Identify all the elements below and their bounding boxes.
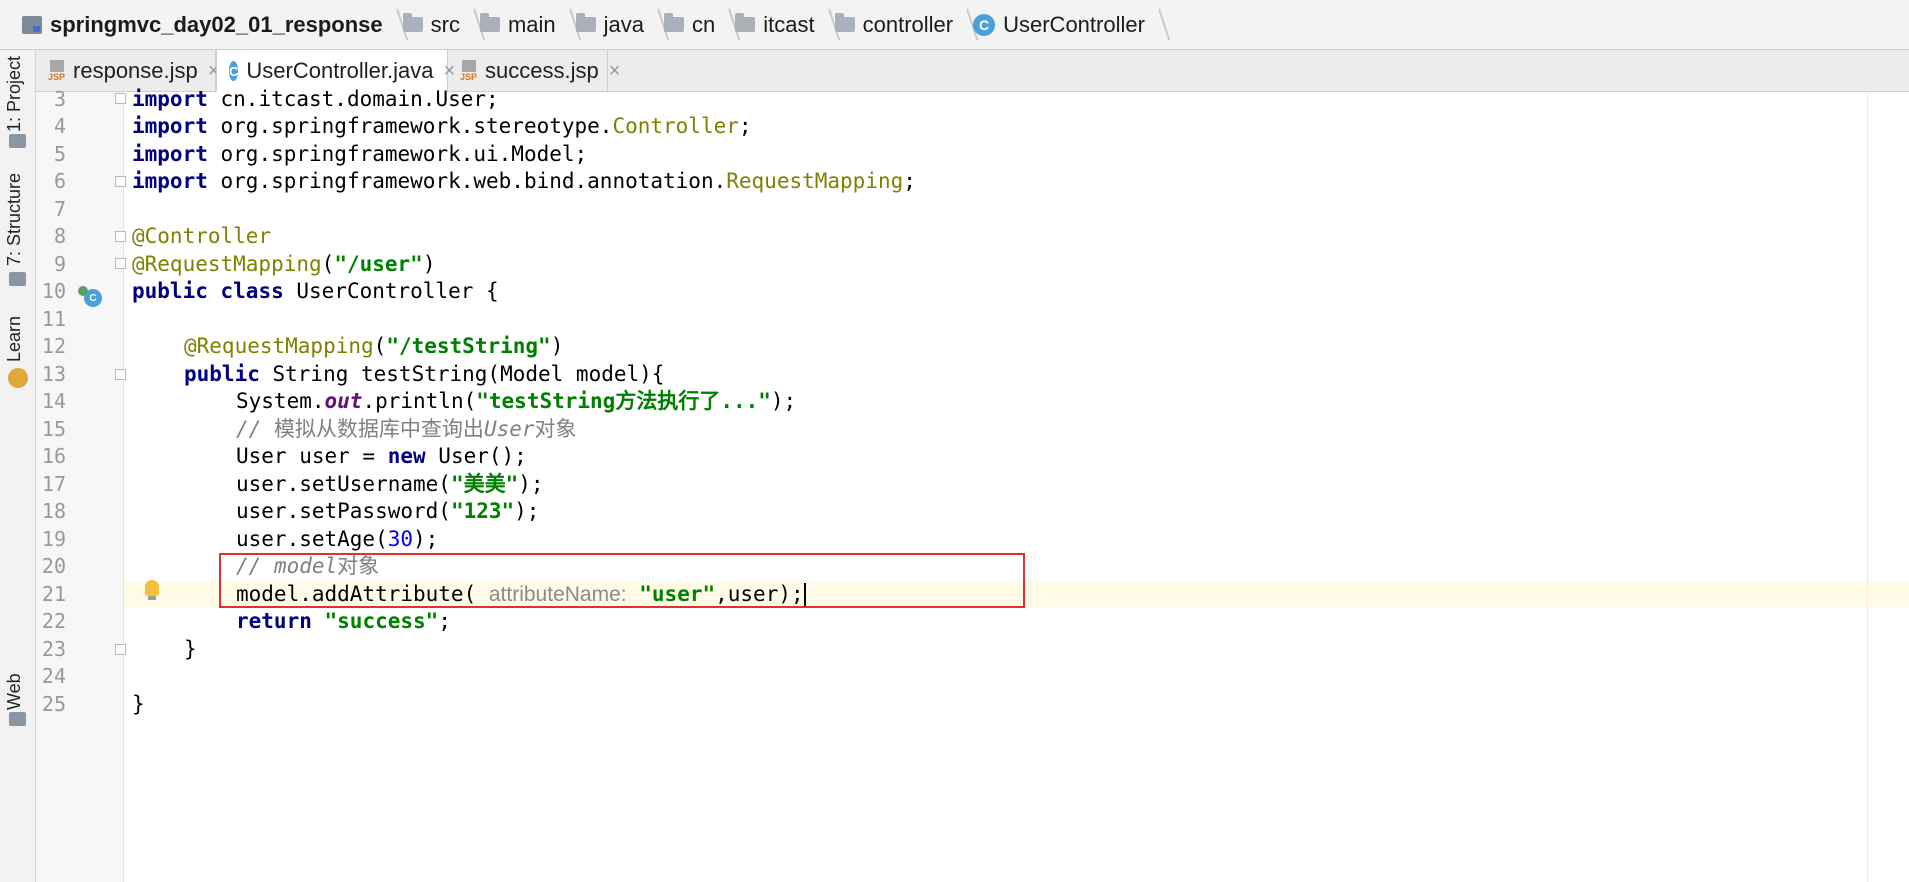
class-icon: C — [229, 61, 239, 81]
breadcrumb-item-cn[interactable]: cn — [664, 0, 729, 49]
code-line: 4 import org.springframework.stereotype.… — [0, 113, 1909, 140]
code-text: } — [184, 637, 197, 661]
breadcrumb-label: controller — [862, 11, 954, 37]
line-number: 11 — [41, 307, 66, 331]
jsp-file-icon: JSP — [460, 60, 477, 82]
code-text: @RequestMapping("/testString") — [184, 334, 564, 358]
code-line: 24 — [0, 663, 1909, 690]
breadcrumb-label: src — [430, 11, 460, 37]
code-line: 9 @RequestMapping("/user") — [0, 251, 1909, 278]
code-text: @RequestMapping("/user") — [132, 252, 436, 276]
breadcrumb-item-usercontroller[interactable]: C UserController — [973, 0, 1159, 49]
line-number: 10 — [41, 279, 66, 303]
code-text: import org.springframework.stereotype.Co… — [132, 114, 752, 138]
code-line: 23 } — [0, 636, 1909, 663]
folder-icon — [735, 13, 756, 32]
module-icon — [22, 15, 42, 34]
code-line: 25 } — [0, 691, 1909, 718]
code-line: 5 import org.springframework.ui.Model; — [0, 141, 1909, 168]
folder-icon — [834, 13, 855, 32]
breadcrumb-label: UserController — [1003, 11, 1145, 37]
code-line: 16 User user = new User(); — [0, 443, 1909, 470]
line-number: 7 — [53, 197, 66, 221]
folder-icon — [664, 13, 685, 32]
line-number: 12 — [41, 334, 66, 358]
code-text: import org.springframework.web.bind.anno… — [132, 169, 916, 193]
code-text: System.out.println("testString方法执行了...")… — [236, 389, 797, 413]
code-line: 13 public String testString(Model model)… — [0, 361, 1909, 388]
class-icon: C — [973, 13, 996, 36]
tab-label: UserController.java — [246, 58, 434, 83]
line-number: 9 — [53, 252, 66, 276]
line-number: 16 — [41, 444, 66, 468]
line-number: 25 — [41, 692, 66, 716]
breadcrumb-item-module[interactable]: springmvc_day02_01_response — [22, 0, 397, 49]
code-line: 11 — [0, 306, 1909, 333]
code-text: public String testString(Model model){ — [184, 362, 665, 386]
close-icon[interactable]: × — [609, 60, 621, 83]
code-line: 8 @Controller — [0, 223, 1909, 250]
line-number: 6 — [53, 169, 66, 193]
breadcrumb-label: itcast — [763, 11, 815, 37]
breadcrumb-item-itcast[interactable]: itcast — [735, 0, 828, 49]
line-number: 13 — [41, 362, 66, 386]
code-line: 6 import org.springframework.web.bind.an… — [0, 168, 1909, 195]
breadcrumb-label: springmvc_day02_01_response — [50, 11, 383, 37]
tab-label: success.jsp — [485, 58, 599, 83]
line-number: 17 — [41, 472, 66, 496]
code-text: user.setAge(30); — [236, 527, 439, 551]
breadcrumb-item-controller[interactable]: controller — [834, 0, 967, 49]
code-line: 19 user.setAge(30); — [0, 526, 1909, 553]
tab-label: response.jsp — [73, 58, 198, 83]
code-line: 3 import cn.itcast.domain.User; — [0, 86, 1909, 113]
line-number: 19 — [41, 527, 66, 551]
line-number: 5 — [53, 142, 66, 166]
code-text: import org.springframework.ui.Model; — [132, 142, 588, 166]
line-number: 8 — [53, 224, 66, 248]
code-text: import cn.itcast.domain.User; — [132, 87, 499, 111]
line-number: 20 — [41, 554, 66, 578]
breadcrumb-item-java[interactable]: java — [575, 0, 658, 49]
code-text: return "success"; — [236, 609, 451, 633]
code-line: 15 // 模拟从数据库中查询出User对象 — [0, 416, 1909, 443]
code-line: 14 System.out.println("testString方法执行了..… — [0, 388, 1909, 415]
folder-icon — [479, 13, 500, 32]
line-number: 3 — [53, 87, 66, 111]
code-line: 10 public class UserController { — [0, 278, 1909, 305]
code-text: user.setPassword("123"); — [236, 499, 540, 523]
code-text: @Controller — [132, 224, 272, 248]
folder-icon — [402, 13, 423, 32]
code-text: user.setUsername("美美"); — [236, 472, 544, 496]
jsp-file-icon: JSP — [48, 60, 65, 82]
code-line: 17 user.setUsername("美美"); — [0, 471, 1909, 498]
code-text: public class UserController { — [132, 279, 499, 303]
code-line: 18 user.setPassword("123"); — [0, 498, 1909, 525]
folder-icon — [575, 13, 596, 32]
breadcrumb-label: main — [507, 11, 556, 37]
line-number: 14 — [41, 389, 66, 413]
code-text: } — [132, 692, 145, 716]
code-line: 22 return "success"; — [0, 608, 1909, 635]
breadcrumb-item-main[interactable]: main — [479, 0, 570, 49]
line-number: 18 — [41, 499, 66, 523]
code-line: 12 @RequestMapping("/testString") — [0, 333, 1909, 360]
breadcrumb: springmvc_day02_01_response src main jav… — [0, 0, 1909, 50]
code-line: 7 — [0, 196, 1909, 223]
line-number: 24 — [41, 664, 66, 688]
breadcrumb-item-src[interactable]: src — [402, 0, 474, 49]
breadcrumb-label: java — [603, 11, 645, 37]
breadcrumb-label: cn — [692, 11, 716, 37]
highlight-annotation-box — [219, 553, 1025, 608]
line-number: 22 — [41, 609, 66, 633]
line-number: 15 — [41, 417, 66, 441]
line-number: 21 — [41, 582, 66, 606]
code-text: User user = new User(); — [236, 444, 527, 468]
line-number: 4 — [53, 114, 66, 138]
code-text: // 模拟从数据库中查询出User对象 — [236, 417, 577, 441]
line-number: 23 — [41, 637, 66, 661]
